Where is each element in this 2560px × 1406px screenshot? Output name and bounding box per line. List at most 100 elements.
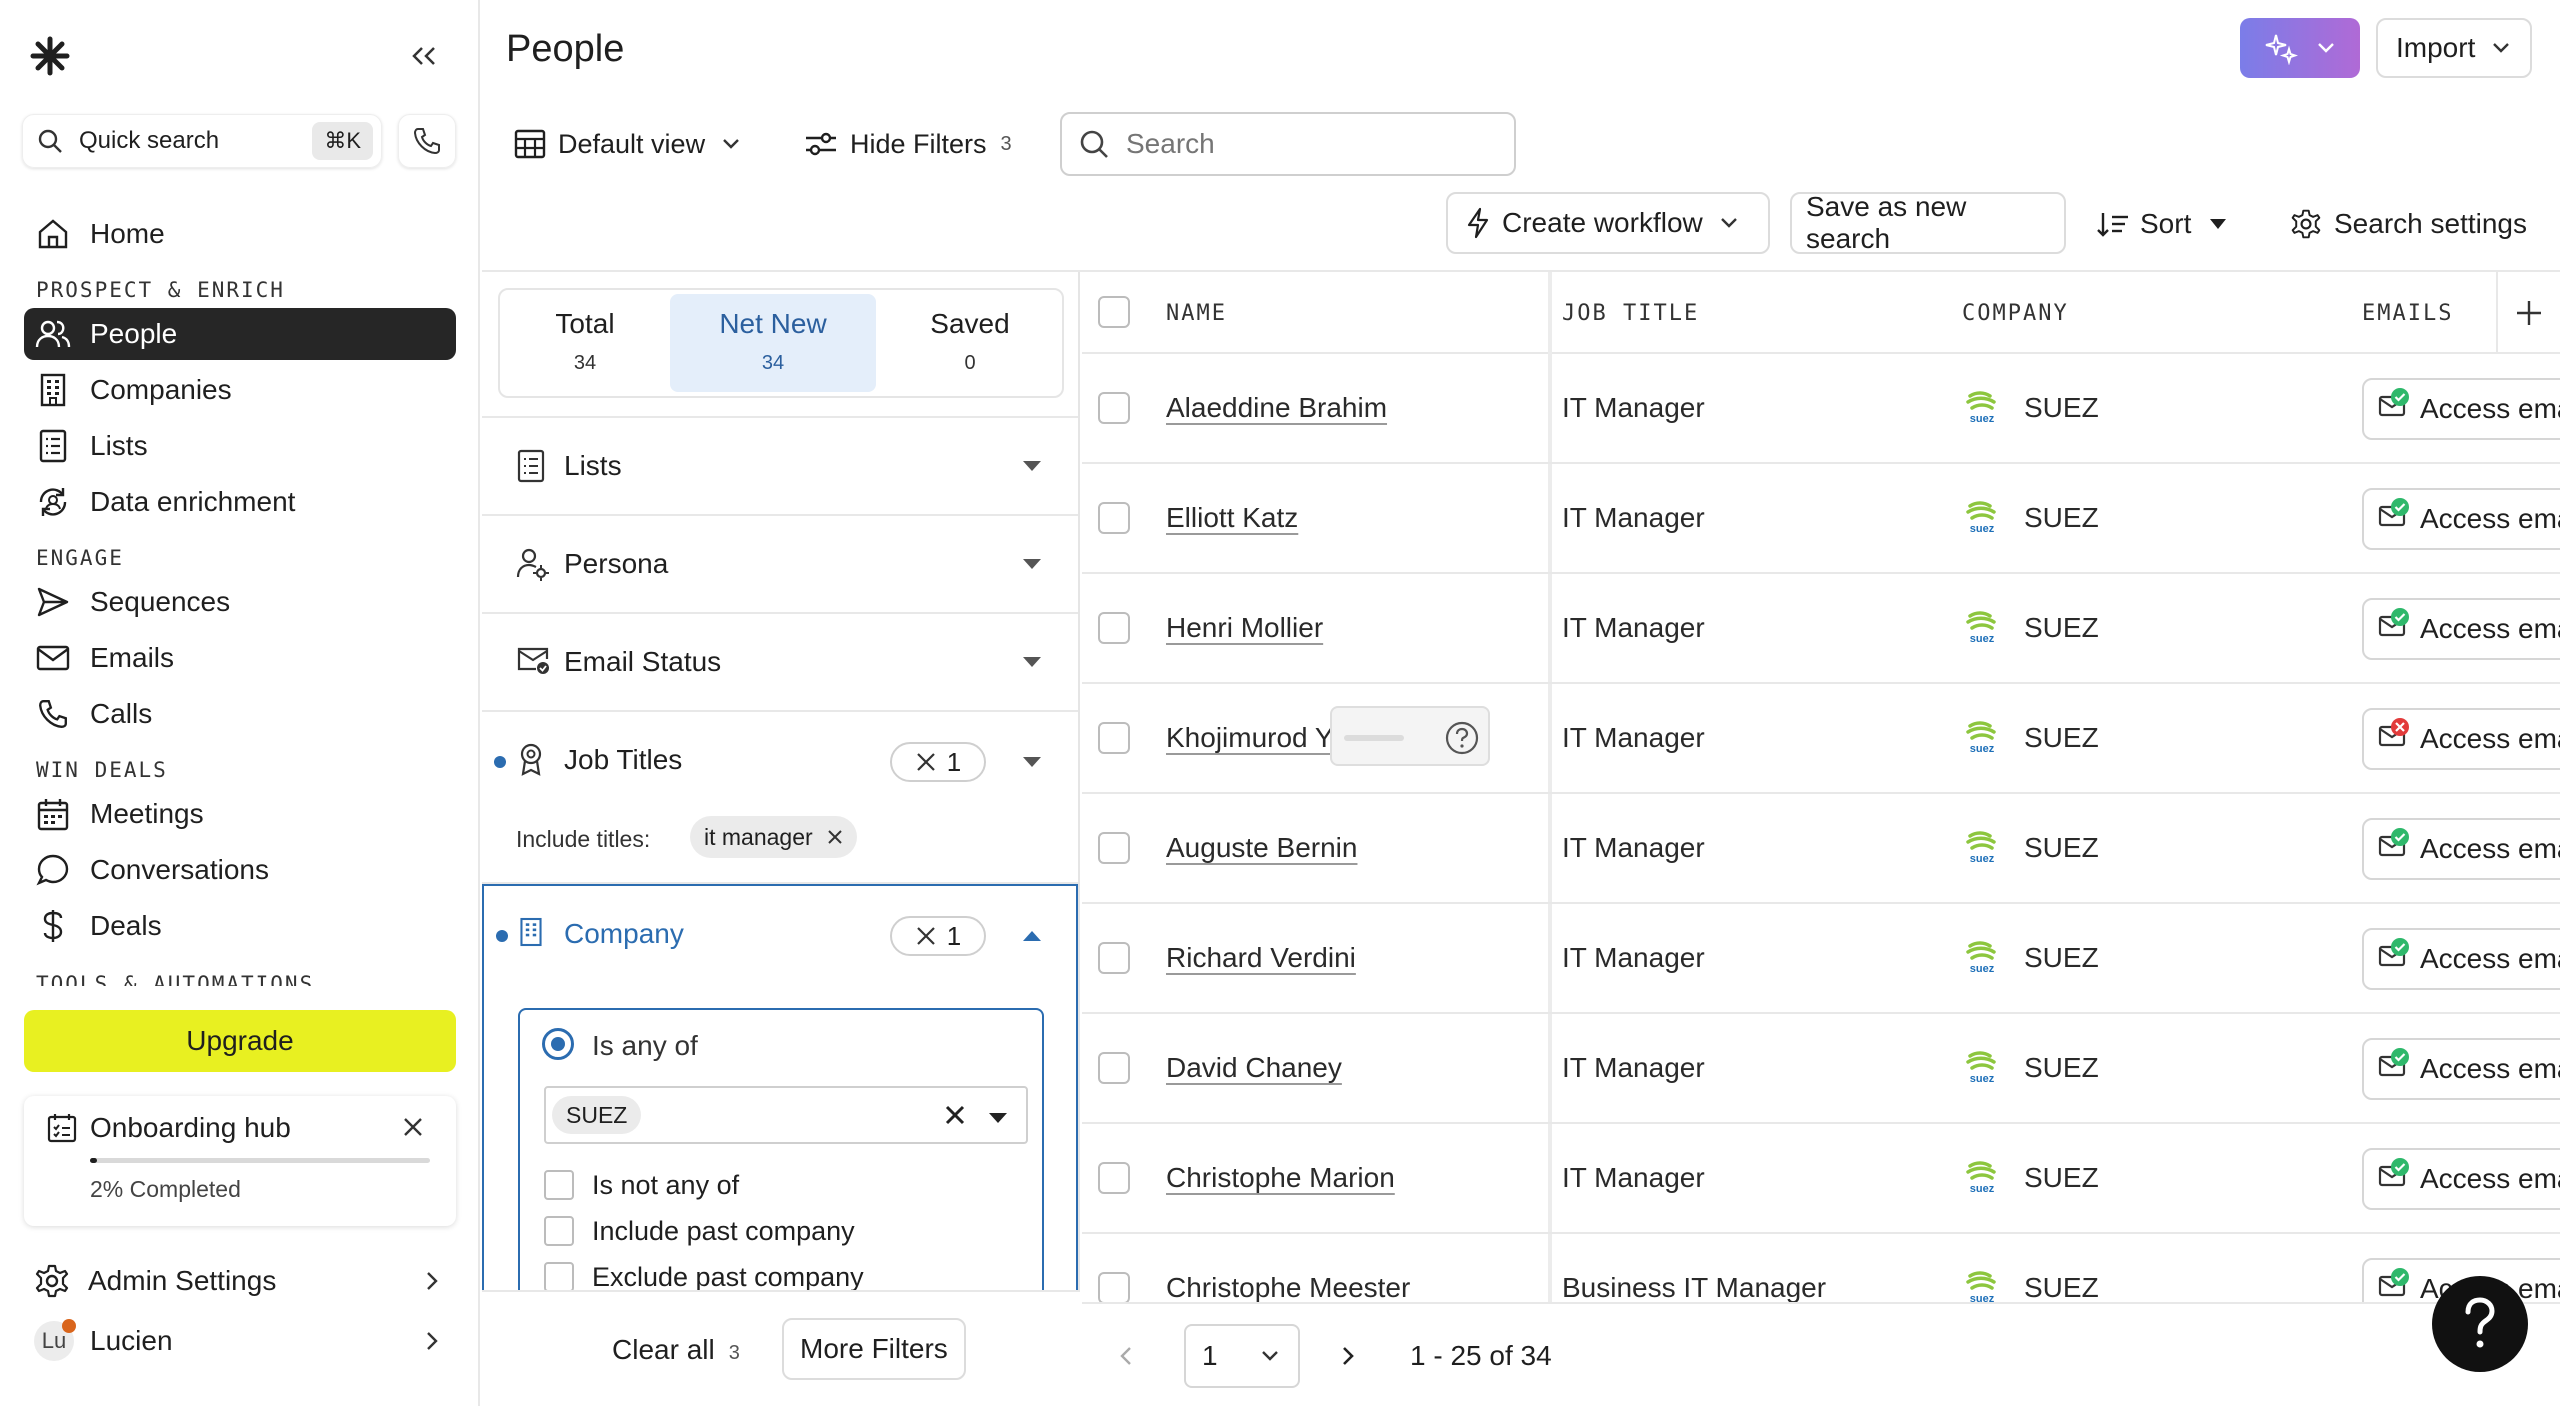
table-row[interactable]: Henri Mollier IT Manager suez SUEZ Access em… [1082, 574, 2560, 684]
row-checkbox[interactable] [1098, 1052, 1130, 1084]
help-button[interactable] [2432, 1276, 2528, 1372]
sidebar-item-companies[interactable]: Companies [24, 364, 456, 416]
column-header-company[interactable]: COMPANY [1962, 272, 2069, 354]
access-email-button[interactable]: Access email [2362, 1038, 2560, 1100]
person-name-link[interactable]: Auguste Bernin [1166, 832, 1357, 864]
clear-all-button[interactable]: Clear all 3 [612, 1334, 740, 1366]
filter-count-pill[interactable]: 1 [890, 742, 986, 782]
company-name-cell[interactable]: SUEZ [2024, 1052, 2099, 1084]
company-name-cell[interactable]: SUEZ [2024, 1162, 2099, 1194]
sidebar-item-meetings[interactable]: Meetings [24, 788, 456, 840]
table-row[interactable]: Christophe Marion IT Manager suez SUEZ Acces… [1082, 1124, 2560, 1234]
caret-down-icon[interactable] [988, 1112, 1008, 1124]
quick-search-button[interactable]: Quick search ⌘K [22, 114, 382, 168]
table-row[interactable]: Elliott Katz IT Manager suez SUEZ Access ema… [1082, 464, 2560, 574]
row-checkbox[interactable] [1098, 502, 1130, 534]
logo-icon[interactable] [30, 36, 70, 76]
person-name-link[interactable]: Elliott Katz [1166, 502, 1298, 534]
checkbox[interactable] [544, 1216, 574, 1246]
row-checkbox[interactable] [1098, 1272, 1130, 1302]
search-input[interactable] [1060, 112, 1516, 176]
person-name-link[interactable]: Christophe Meester [1166, 1272, 1410, 1302]
chevron-right-icon[interactable] [1340, 1344, 1356, 1368]
tab-net-new[interactable]: Net New 34 [670, 294, 876, 392]
company-name-cell[interactable]: SUEZ [2024, 722, 2099, 754]
admin-settings-item[interactable]: Admin Settings [24, 1256, 456, 1306]
company-select[interactable]: SUEZ [544, 1086, 1028, 1144]
company-name-cell[interactable]: SUEZ [2024, 502, 2099, 534]
clear-select-icon[interactable] [944, 1104, 966, 1126]
company-name-cell[interactable]: SUEZ [2024, 612, 2099, 644]
add-column-button[interactable] [2496, 272, 2560, 354]
sidebar-item-conversations[interactable]: Conversations [24, 844, 456, 896]
company-name-cell[interactable]: SUEZ [2024, 942, 2099, 974]
access-email-button[interactable]: Access email [2362, 598, 2560, 660]
table-row[interactable]: David Chaney IT Manager suez SUEZ Access ema… [1082, 1014, 2560, 1124]
filter-persona[interactable]: Persona [482, 516, 1078, 614]
more-filters-button[interactable]: More Filters [782, 1318, 966, 1380]
sidebar-item-calls[interactable]: Calls [24, 688, 456, 740]
chevron-left-icon[interactable] [1118, 1344, 1134, 1368]
radio-selected[interactable] [542, 1028, 574, 1060]
access-email-button[interactable]: Access email [2362, 928, 2560, 990]
person-name-link[interactable]: Henri Mollier [1166, 612, 1323, 644]
sidebar-item-data-enrichment[interactable]: Data enrichment [24, 476, 456, 528]
access-email-button[interactable]: Access email [2362, 488, 2560, 550]
help-circle-icon[interactable] [1444, 720, 1480, 756]
select-all-checkbox[interactable] [1098, 296, 1130, 328]
import-button[interactable]: Import [2376, 18, 2532, 78]
checkbox[interactable] [544, 1262, 574, 1292]
access-email-button[interactable]: Access email [2362, 818, 2560, 880]
row-checkbox[interactable] [1098, 832, 1130, 864]
close-icon[interactable] [398, 1112, 428, 1142]
company-name-cell[interactable]: SUEZ [2024, 392, 2099, 424]
row-checkbox[interactable] [1098, 612, 1130, 644]
company-chip[interactable]: SUEZ [552, 1096, 642, 1134]
sidebar-item-home[interactable]: Home [24, 208, 456, 260]
person-name-link[interactable]: Richard Verdini [1166, 942, 1356, 974]
table-row[interactable]: Auguste Bernin IT Manager suez SUEZ Access e… [1082, 794, 2560, 904]
sidebar-item-sequences[interactable]: Sequences [24, 576, 456, 628]
person-name-link[interactable]: Khojimurod Y [1166, 722, 1334, 754]
save-search-button[interactable]: Save as new search [1790, 191, 2066, 254]
search-field[interactable] [1126, 128, 1486, 160]
access-email-button[interactable]: Access email [2362, 708, 2560, 770]
column-header-job-title[interactable]: JOB TITLE [1562, 272, 1699, 354]
sort-button[interactable]: Sort [2096, 194, 2227, 254]
remove-chip-icon[interactable] [827, 829, 843, 845]
person-name-link[interactable]: David Chaney [1166, 1052, 1342, 1084]
row-checkbox[interactable] [1098, 942, 1130, 974]
row-checkbox[interactable] [1098, 392, 1130, 424]
page-select[interactable]: 1 [1184, 1324, 1300, 1388]
tab-saved[interactable]: Saved 0 [876, 290, 1064, 396]
company-name-cell[interactable]: SUEZ [2024, 832, 2099, 864]
user-menu-item[interactable]: Lu Lucien [24, 1316, 456, 1366]
filter-lists[interactable]: Lists [482, 418, 1078, 516]
title-chip[interactable]: it manager [690, 816, 857, 858]
sidebar-item-emails[interactable]: Emails [24, 632, 456, 684]
sidebar-item-deals[interactable]: Deals [24, 900, 456, 952]
create-workflow-button[interactable]: Create workflow [1446, 192, 1770, 254]
column-header-name[interactable]: NAME [1166, 272, 1227, 354]
phone-button[interactable] [398, 114, 456, 168]
checkbox[interactable] [544, 1170, 574, 1200]
hide-filters-button[interactable]: Hide Filters 3 [804, 114, 1012, 174]
company-name-cell[interactable]: SUEZ [2024, 1272, 2099, 1302]
access-email-button[interactable]: Access email [2362, 378, 2560, 440]
filter-email-status[interactable]: Email Status [482, 614, 1078, 712]
view-selector[interactable]: Default view [514, 114, 741, 174]
onboarding-card[interactable]: Onboarding hub 2% Completed [24, 1096, 456, 1226]
table-row[interactable]: Alaeddine Brahim IT Manager suez SUEZ Access… [1082, 354, 2560, 464]
search-settings-button[interactable]: Search settings [2290, 194, 2527, 254]
row-checkbox[interactable] [1098, 1162, 1130, 1194]
filter-company[interactable]: Company 1 Is any of SUEZ Is not any of I… [482, 884, 1078, 1328]
person-name-link[interactable]: Alaeddine Brahim [1166, 392, 1387, 424]
sidebar-item-lists[interactable]: Lists [24, 420, 456, 472]
filter-job-titles[interactable]: Job Titles 1 Include titles: it manager [482, 712, 1078, 884]
person-name-link[interactable]: Christophe Marion [1166, 1162, 1395, 1194]
filter-count-pill[interactable]: 1 [890, 916, 986, 956]
collapse-sidebar-icon[interactable] [408, 44, 440, 68]
ai-assistant-button[interactable] [2240, 18, 2360, 78]
column-header-emails[interactable]: EMAILS [2362, 272, 2453, 354]
access-email-button[interactable]: Access email [2362, 1148, 2560, 1210]
